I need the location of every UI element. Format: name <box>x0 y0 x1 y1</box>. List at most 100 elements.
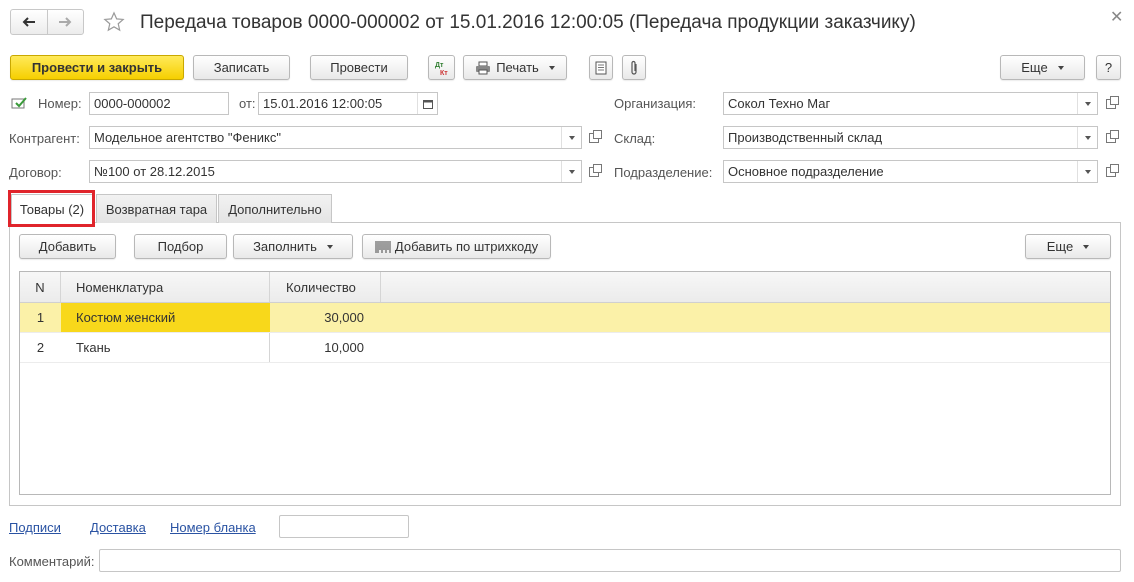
highlight-box <box>8 190 95 227</box>
division-open-button[interactable] <box>1101 160 1121 183</box>
row-number: 2 <box>36 340 45 355</box>
contract-value: №100 от 28.12.2015 <box>94 164 215 179</box>
comment-field[interactable] <box>99 549 1121 572</box>
counterparty-value: Модельное агентство "Феникс" <box>94 130 281 145</box>
warehouse-label: Склад: <box>614 131 656 146</box>
goods-table[interactable]: N Номенклатура Количество 1 Костюм женск… <box>19 271 1111 495</box>
quantity[interactable]: 30,000 <box>270 303 381 332</box>
dt-kt-button[interactable]: Дт Кт <box>428 55 455 80</box>
add-by-barcode-label: Добавить по штрихкоду <box>394 239 539 254</box>
organization-open-button[interactable] <box>1101 92 1121 115</box>
paperclip-icon <box>631 60 637 75</box>
column-header-quantity[interactable]: Количество <box>270 272 381 302</box>
printer-icon <box>476 61 491 74</box>
svg-text:Дт: Дт <box>435 62 444 69</box>
arrow-right-icon <box>59 17 72 27</box>
back-button[interactable] <box>11 10 47 34</box>
navigation-buttons <box>10 9 84 35</box>
open-icon <box>1106 95 1119 109</box>
dt-kt-icon: Дт Кт <box>435 62 448 77</box>
help-button[interactable]: ? <box>1096 55 1121 80</box>
division-dropdown[interactable] <box>1077 161 1097 182</box>
open-icon <box>1106 129 1119 143</box>
contract-open-button[interactable] <box>584 160 604 183</box>
table-row[interactable]: 2 Ткань 10,000 <box>20 333 1110 363</box>
arrow-left-icon <box>22 17 35 27</box>
warehouse-value: Производственный склад <box>728 130 883 145</box>
open-icon <box>1106 163 1119 177</box>
number-field[interactable]: 0000-000002 <box>89 92 229 115</box>
more-label: Еще <box>1021 60 1048 75</box>
forward-button[interactable] <box>46 10 84 34</box>
chevron-down-icon <box>326 244 333 249</box>
chevron-down-icon <box>1084 101 1091 106</box>
date-value: 15.01.2016 12:00:05 <box>263 96 383 111</box>
date-label: от: <box>239 96 256 111</box>
warehouse-open-button[interactable] <box>1101 126 1121 149</box>
post-button[interactable]: Провести <box>310 55 408 80</box>
document-icon <box>595 61 607 74</box>
warehouse-field[interactable]: Производственный склад <box>723 126 1098 149</box>
comment-label: Комментарий: <box>9 554 95 569</box>
number-label: Номер: <box>38 96 82 111</box>
open-icon <box>589 129 602 143</box>
counterparty-open-button[interactable] <box>584 126 604 149</box>
counterparty-label: Контрагент: <box>9 131 80 146</box>
calendar-button[interactable] <box>417 93 437 114</box>
post-and-close-button[interactable]: Провести и закрыть <box>10 55 184 80</box>
division-label: Подразделение: <box>614 165 713 180</box>
division-field[interactable]: Основное подразделение <box>723 160 1098 183</box>
organization-dropdown[interactable] <box>1077 93 1097 114</box>
window-title: Передача товаров 0000-000002 от 15.01.20… <box>140 12 916 33</box>
chevron-down-icon <box>1084 135 1091 140</box>
organization-field[interactable]: Сокол Техно Маг <box>723 92 1098 115</box>
warehouse-dropdown[interactable] <box>1077 127 1097 148</box>
form-number-field[interactable] <box>279 515 409 538</box>
chevron-down-icon <box>1084 169 1091 174</box>
item-name[interactable]: Ткань <box>61 333 270 362</box>
print-button[interactable]: Печать <box>463 55 567 80</box>
add-by-barcode-button[interactable]: Добавить по штрихкоду <box>362 234 551 259</box>
open-icon <box>589 163 602 177</box>
close-icon[interactable]: ✕ <box>1110 10 1123 26</box>
tab-additional[interactable]: Дополнительно <box>218 194 332 223</box>
favorite-star-icon[interactable] <box>101 9 127 35</box>
fill-button[interactable]: Заполнить <box>233 234 353 259</box>
division-value: Основное подразделение <box>728 164 884 179</box>
row-number: 1 <box>36 310 45 325</box>
signatures-link[interactable]: Подписи <box>9 520 61 535</box>
delivery-link[interactable]: Доставка <box>90 520 146 535</box>
column-header-n[interactable]: N <box>20 272 61 302</box>
barcode-icon <box>375 240 391 253</box>
chevron-down-icon <box>1057 65 1064 70</box>
item-name[interactable]: Костюм женский <box>61 303 270 332</box>
more-button[interactable]: Еще <box>1000 55 1085 80</box>
table-more-label: Еще <box>1046 239 1074 254</box>
attach-button[interactable] <box>622 55 646 80</box>
table-row[interactable]: 1 Костюм женский 30,000 <box>20 303 1110 333</box>
contract-field[interactable]: №100 от 28.12.2015 <box>89 160 582 183</box>
quantity[interactable]: 10,000 <box>270 333 381 362</box>
chevron-down-icon <box>548 65 555 70</box>
chevron-down-icon <box>1083 244 1090 249</box>
report-button[interactable] <box>589 55 613 80</box>
pick-button[interactable]: Подбор <box>134 234 227 259</box>
calendar-icon <box>422 99 433 109</box>
organization-label: Организация: <box>614 96 697 111</box>
column-header-item[interactable]: Номенклатура <box>61 272 270 302</box>
save-button[interactable]: Записать <box>193 55 290 80</box>
posted-status-icon <box>11 96 27 113</box>
organization-value: Сокол Техно Маг <box>728 96 831 111</box>
print-label: Печать <box>496 60 539 75</box>
date-field[interactable]: 15.01.2016 12:00:05 <box>258 92 438 115</box>
svg-text:Кт: Кт <box>440 70 448 77</box>
table-more-button[interactable]: Еще <box>1025 234 1111 259</box>
fill-label: Заполнить <box>253 239 317 254</box>
counterparty-field[interactable]: Модельное агентство "Феникс" <box>89 126 582 149</box>
form-number-link[interactable]: Номер бланка <box>170 520 256 535</box>
tab-returnable-containers[interactable]: Возвратная тара <box>96 194 217 223</box>
counterparty-dropdown[interactable] <box>561 127 581 148</box>
contract-label: Договор: <box>9 165 62 180</box>
contract-dropdown[interactable] <box>561 161 581 182</box>
add-row-button[interactable]: Добавить <box>19 234 116 259</box>
